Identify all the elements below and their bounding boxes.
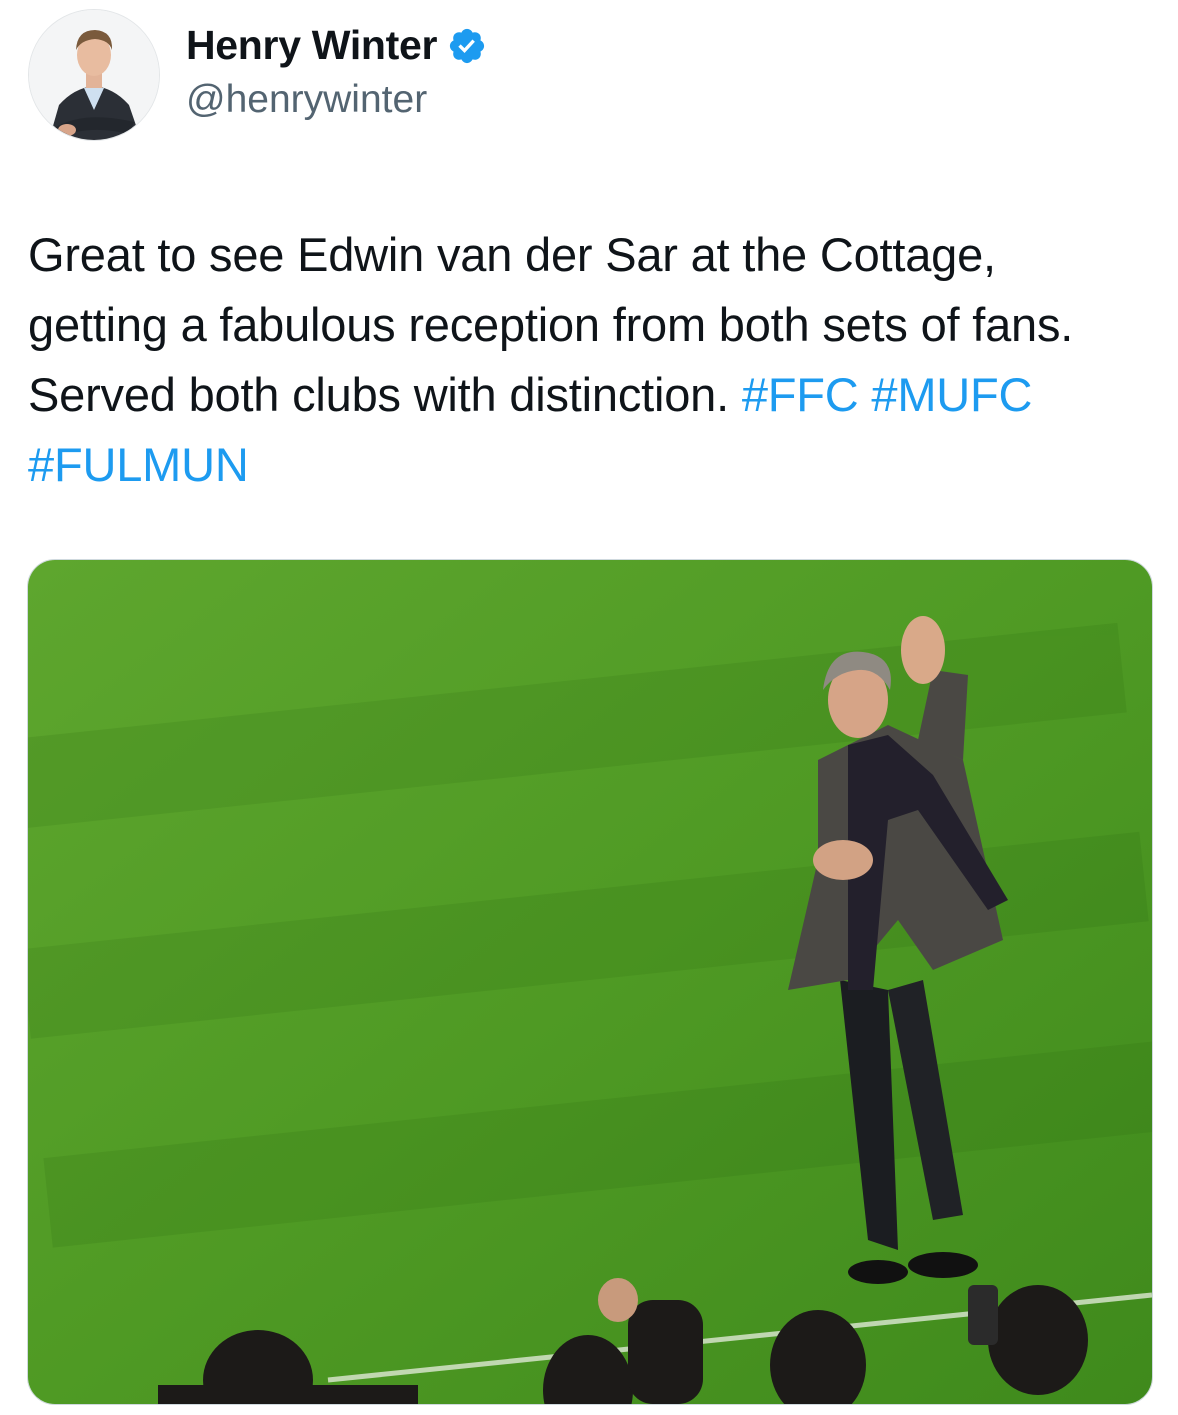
- avatar-image: [29, 10, 159, 140]
- pitch-photo: [28, 560, 1152, 1404]
- tweet-text: Great to see Edwin van der Sar at the Co…: [28, 220, 1148, 500]
- author-display-name[interactable]: Henry Winter: [186, 22, 438, 69]
- tweet-photo[interactable]: [27, 559, 1153, 1405]
- hashtag-fulmun[interactable]: #FULMUN: [28, 438, 249, 491]
- verified-badge-icon: [447, 26, 487, 66]
- avatar[interactable]: [28, 9, 160, 141]
- hashtag-ffc[interactable]: #FFC: [742, 368, 859, 421]
- hashtag-mufc[interactable]: #MUFC: [871, 368, 1032, 421]
- author-handle[interactable]: @henrywinter: [186, 78, 427, 122]
